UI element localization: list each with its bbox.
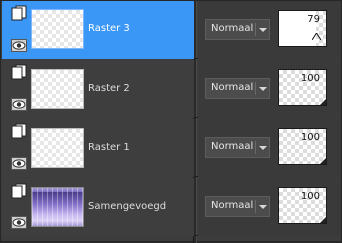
layer-properties-cell: Normaal 100 xyxy=(198,119,341,177)
layer-row-raster-2[interactable]: Raster 2 Normaal 100 xyxy=(2,60,341,118)
blend-mode-label: Normaal xyxy=(211,23,254,34)
layer-row-raster-3[interactable]: Raster 3 Normaal 79 xyxy=(2,1,341,59)
opacity-resize-corner[interactable] xyxy=(320,99,326,105)
layer-properties-cell: Normaal 100 xyxy=(198,178,341,236)
eye-icon[interactable] xyxy=(11,37,27,52)
layer-properties-cell: Normaal 79 xyxy=(198,1,341,59)
layer-thumbnail[interactable] xyxy=(31,9,84,49)
layer-name[interactable]: Raster 3 xyxy=(88,23,130,34)
layer-properties-cell: Normaal 100 xyxy=(198,60,341,118)
opacity-field[interactable]: 100 xyxy=(278,69,327,106)
blend-mode-dropdown[interactable]: Normaal xyxy=(205,196,270,217)
layer-group-icon[interactable] xyxy=(10,5,28,21)
chevron-down-icon xyxy=(259,146,267,150)
eye-icon[interactable] xyxy=(11,96,27,111)
layer-info-cell[interactable]: Raster 3 xyxy=(2,1,194,59)
eye-icon[interactable] xyxy=(11,214,27,229)
blend-mode-label: Normaal xyxy=(211,141,254,152)
opacity-field[interactable]: 100 xyxy=(278,128,327,165)
blend-mode-label: Normaal xyxy=(211,82,254,93)
dropdown-separator xyxy=(255,141,256,154)
layer-group-icon[interactable] xyxy=(10,183,28,199)
opacity-resize-corner[interactable] xyxy=(320,158,326,164)
layer-name[interactable]: Samengevoegd xyxy=(88,201,166,212)
layer-name[interactable]: Raster 1 xyxy=(88,142,130,153)
chevron-down-icon xyxy=(259,28,267,32)
blend-mode-dropdown[interactable]: Normaal xyxy=(205,137,270,158)
layer-thumbnail[interactable] xyxy=(31,187,84,227)
layers-palette: Raster 3 Normaal 79 Raster 2 Normaal 100… xyxy=(0,0,342,243)
layer-group-icon[interactable] xyxy=(10,123,28,139)
layer-name[interactable]: Raster 2 xyxy=(88,83,130,94)
dropdown-separator xyxy=(255,200,256,213)
layer-info-cell[interactable]: Raster 2 xyxy=(2,60,194,118)
chevron-down-icon xyxy=(259,87,267,91)
blend-mode-dropdown[interactable]: Normaal xyxy=(205,78,270,99)
layer-row-samengevoegd[interactable]: Samengevoegd Normaal 100 xyxy=(2,178,341,236)
dropdown-separator xyxy=(255,23,256,36)
layer-info-cell[interactable]: Raster 1 xyxy=(2,119,194,177)
chevron-down-icon xyxy=(259,205,267,209)
opacity-resize-corner[interactable] xyxy=(320,217,326,223)
opacity-value: 100 xyxy=(300,132,320,143)
opacity-value: 79 xyxy=(307,14,320,25)
blend-mode-dropdown[interactable]: Normaal xyxy=(205,19,270,40)
layer-thumbnail[interactable] xyxy=(31,69,84,109)
blend-mode-label: Normaal xyxy=(211,200,254,211)
layer-info-cell[interactable]: Samengevoegd xyxy=(2,178,194,236)
opacity-field[interactable]: 100 xyxy=(278,187,327,224)
layer-row-raster-1[interactable]: Raster 1 Normaal 100 xyxy=(2,119,341,177)
opacity-slider-caret-icon[interactable] xyxy=(312,33,321,40)
layer-thumbnail[interactable] xyxy=(31,128,84,168)
opacity-value: 100 xyxy=(300,191,320,202)
opacity-value: 100 xyxy=(300,73,320,84)
layer-group-icon[interactable] xyxy=(10,64,28,80)
opacity-field[interactable]: 79 xyxy=(278,10,327,47)
dropdown-separator xyxy=(255,82,256,95)
eye-icon[interactable] xyxy=(11,155,27,170)
